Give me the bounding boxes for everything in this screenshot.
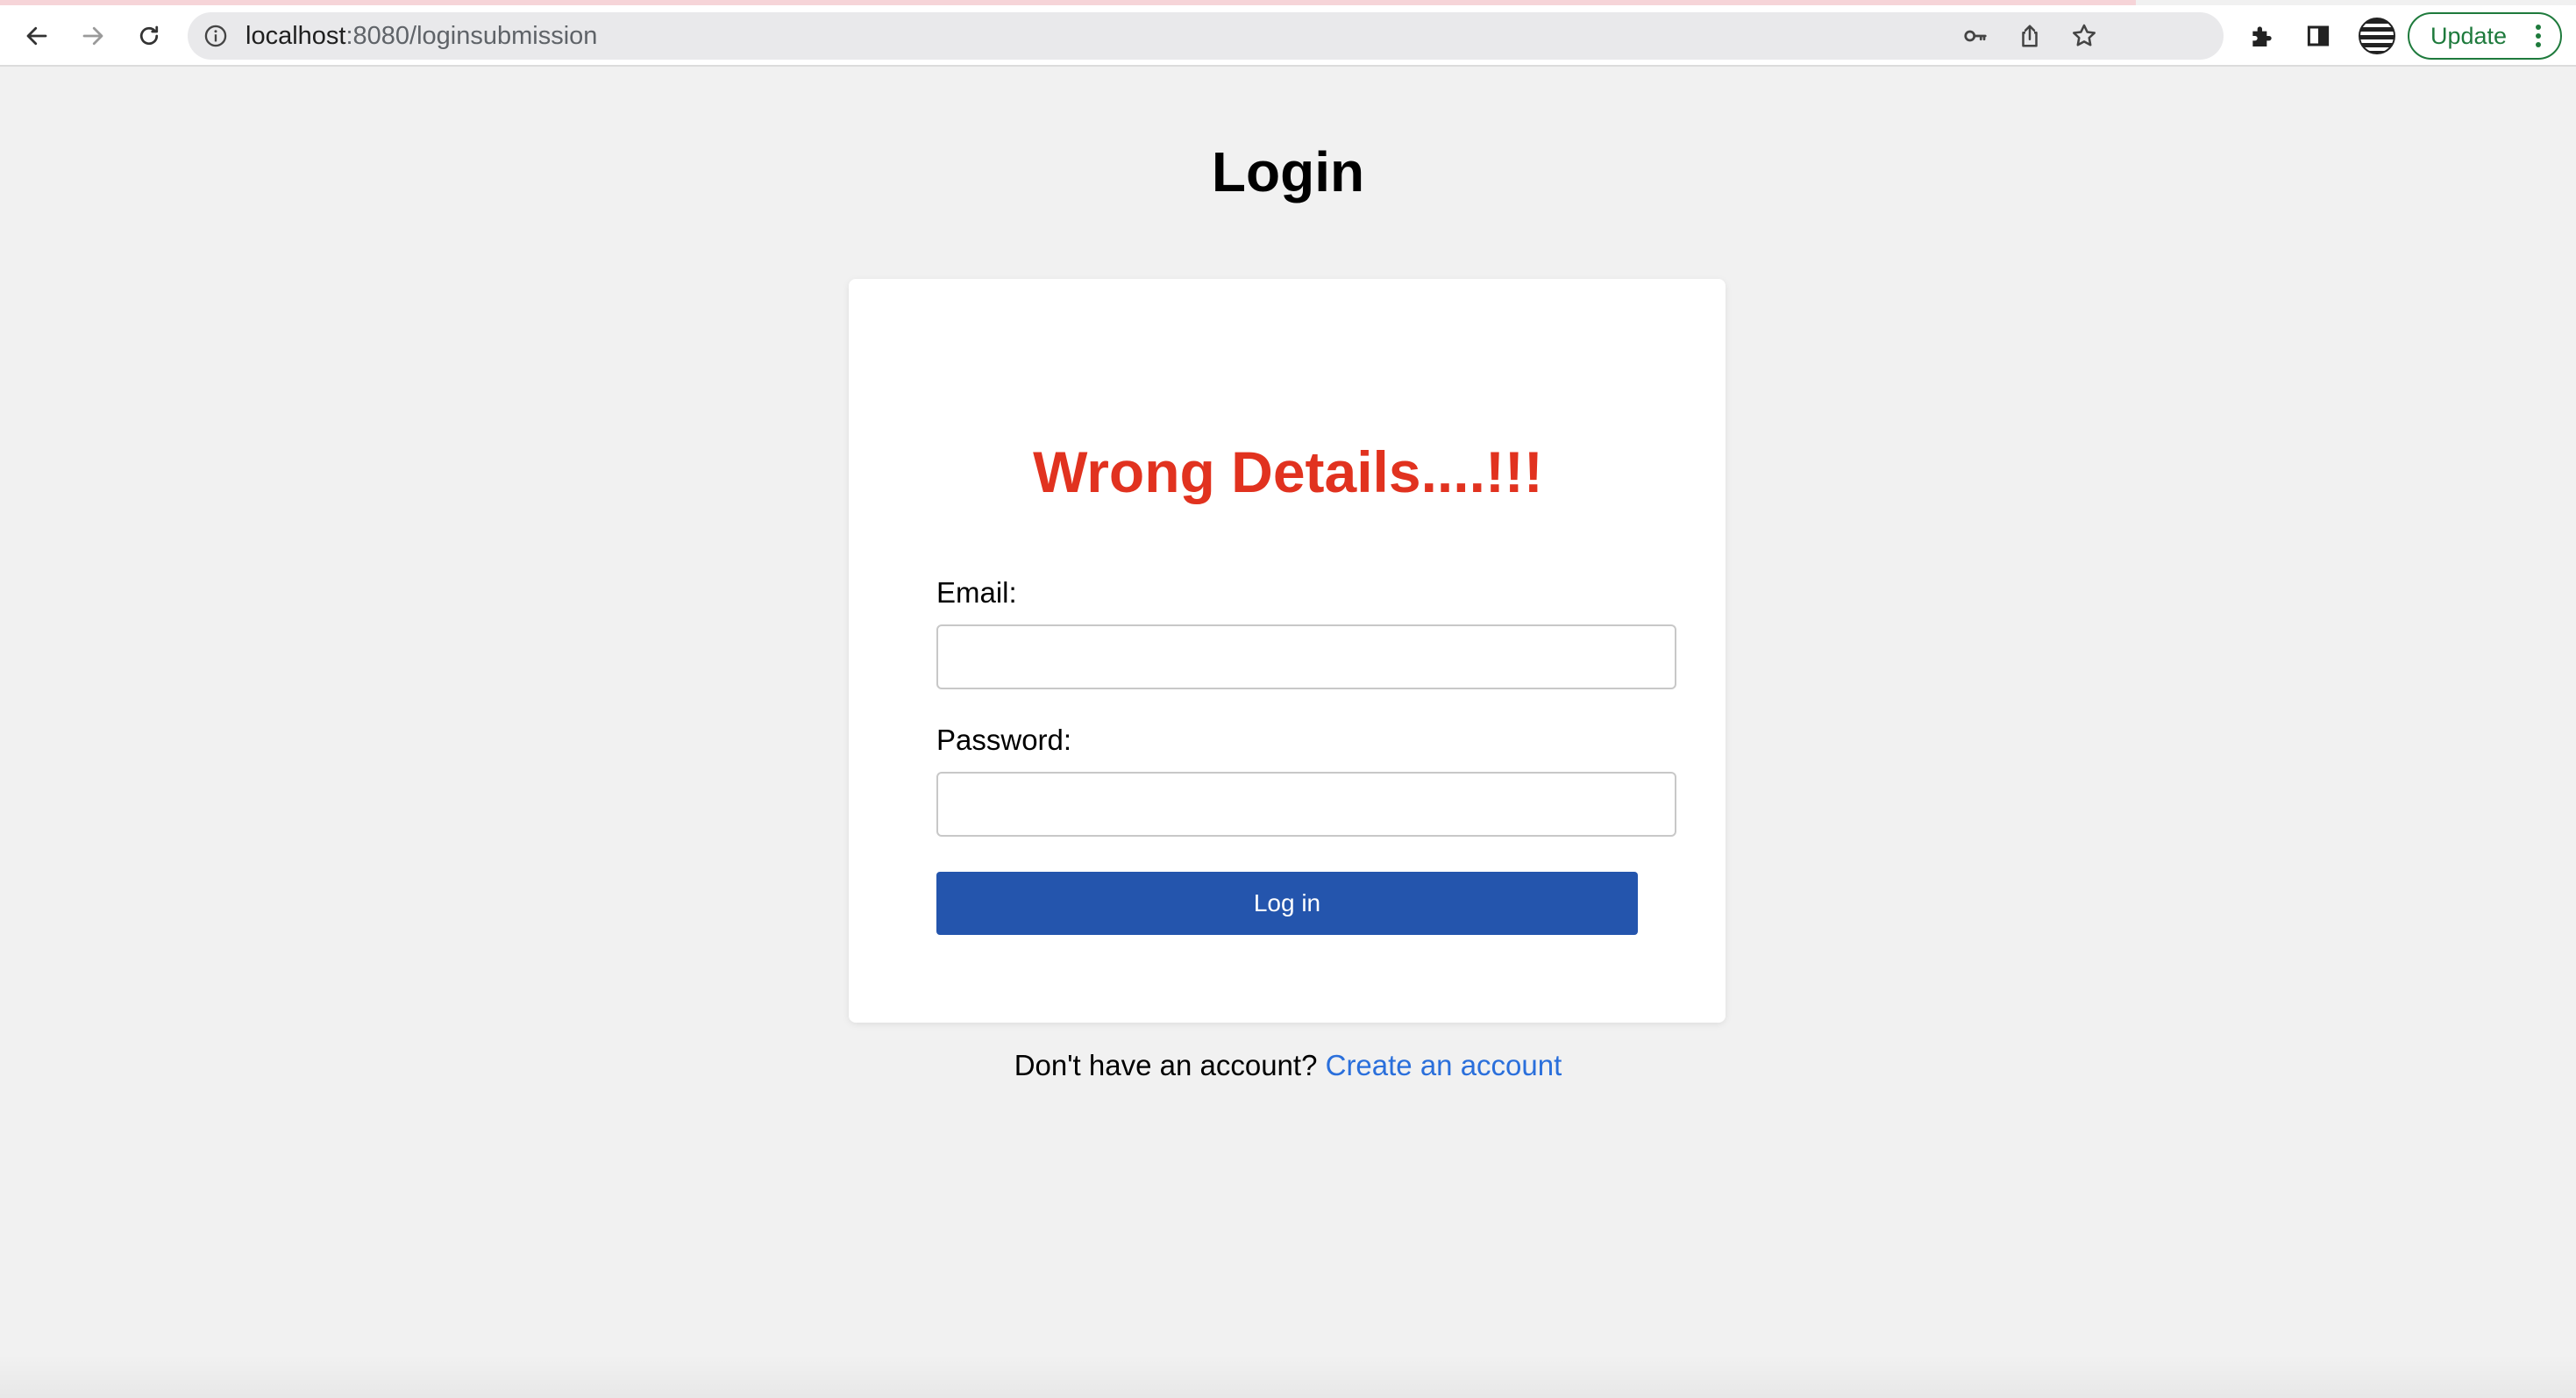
url-host: localhost <box>246 22 346 50</box>
email-field[interactable] <box>936 624 1676 689</box>
address-bar[interactable]: localhost:8080/loginsubmission <box>188 12 2224 60</box>
bookmark-button[interactable] <box>2069 21 2099 51</box>
reload-button[interactable] <box>125 11 174 61</box>
back-arrow-icon <box>26 26 47 46</box>
key-icon <box>1964 30 1987 42</box>
error-message: Wrong Details....!!! <box>1033 439 1543 504</box>
password-field[interactable] <box>936 772 1676 837</box>
share-icon <box>2022 25 2038 47</box>
forward-arrow-icon <box>82 26 103 46</box>
password-label: Password: <box>936 724 1072 756</box>
update-button[interactable]: Update <box>2408 12 2562 60</box>
create-account-link[interactable]: Create an account <box>1326 1049 1562 1081</box>
page-title: Login <box>1211 140 1365 203</box>
update-label: Update <box>2430 23 2508 49</box>
browser-toolbar: localhost:8080/loginsubmission Update <box>0 5 2576 67</box>
puzzle-icon <box>2252 26 2272 46</box>
password-key-button[interactable] <box>1960 21 1990 51</box>
signup-prompt-text: Don't have an account? <box>1014 1049 1318 1081</box>
signup-prompt-line: Don't have an account? Create an account <box>0 1047 2576 1084</box>
login-button[interactable]: Log in <box>936 872 1638 935</box>
forward-button[interactable] <box>68 11 117 61</box>
email-label: Email: <box>936 576 1017 609</box>
info-icon[interactable] <box>203 24 228 48</box>
extensions-button[interactable] <box>2238 11 2287 61</box>
side-panel-button[interactable] <box>2294 11 2343 61</box>
reload-icon <box>139 25 159 46</box>
back-button[interactable] <box>12 11 61 61</box>
kebab-menu-icon[interactable] <box>2536 25 2541 47</box>
star-icon <box>2073 24 2096 46</box>
side-panel-icon <box>2307 25 2330 46</box>
share-button[interactable] <box>2015 21 2045 51</box>
url-text[interactable]: localhost:8080/loginsubmission <box>246 12 597 60</box>
url-path: :8080/loginsubmission <box>345 22 598 50</box>
bottom-shadow <box>0 1354 2576 1398</box>
profile-avatar[interactable] <box>2359 18 2395 54</box>
